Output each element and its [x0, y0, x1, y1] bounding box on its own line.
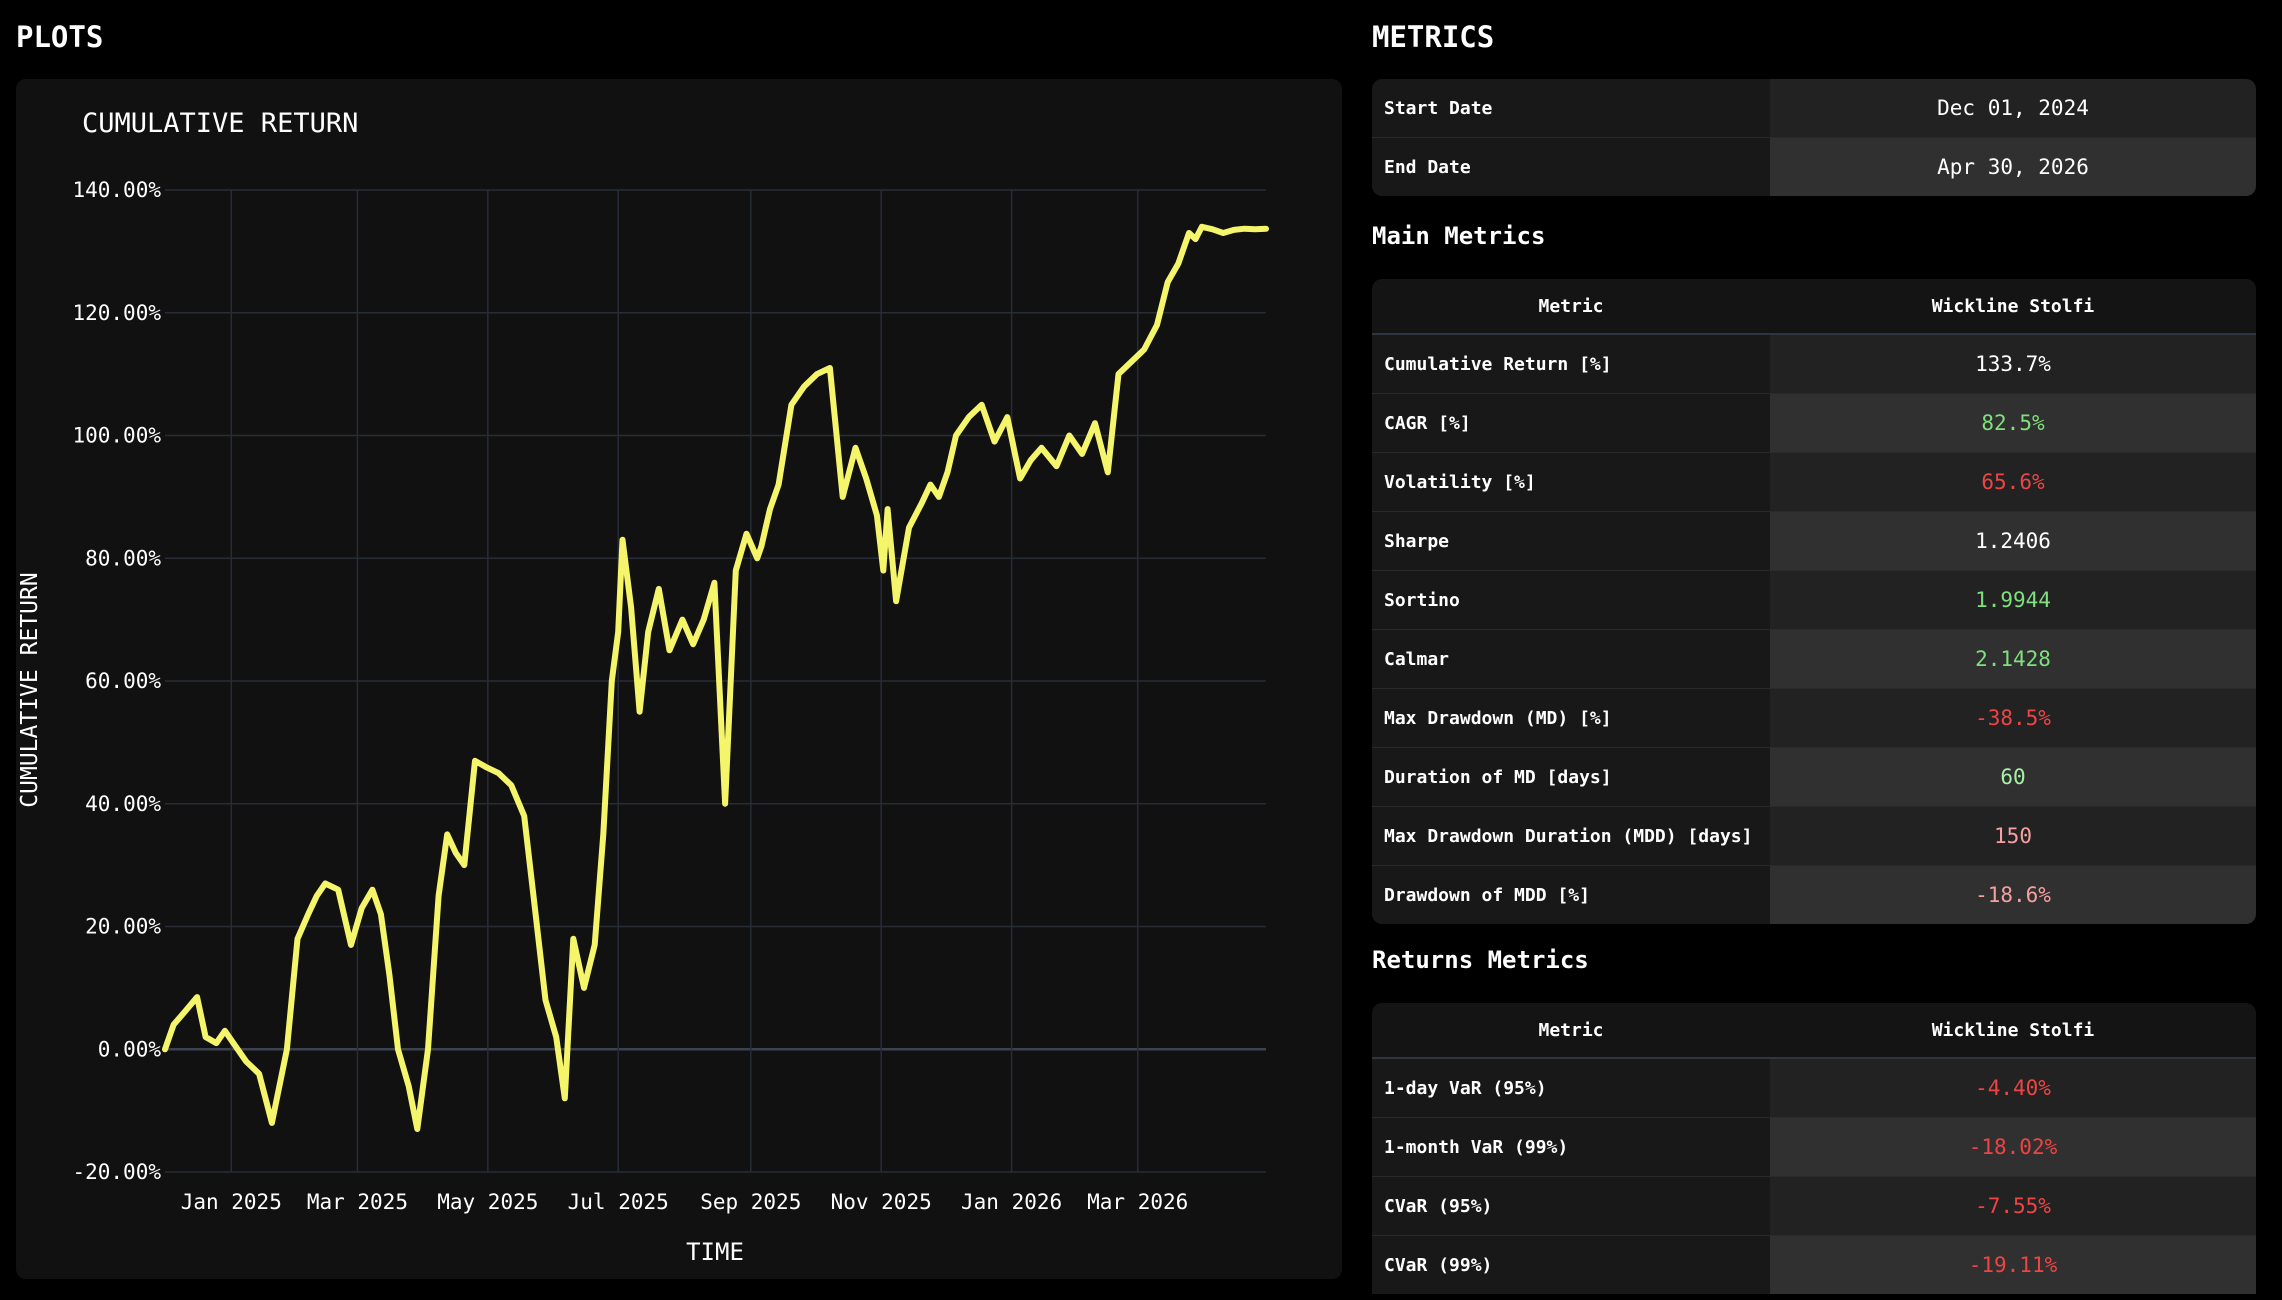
row-label: Max Drawdown Duration (MDD) [days]	[1372, 807, 1770, 865]
table-row: 1-month VaR (99%) -18.02%	[1372, 1117, 2256, 1176]
row-value: 1.2406	[1770, 512, 2256, 570]
row-value: 82.5%	[1770, 394, 2256, 452]
row-label: 1-day VaR (95%)	[1372, 1059, 1770, 1117]
header-strategy: Wickline Stolfi	[1931, 1019, 2095, 1041]
date-range-card: Start Date Dec 01, 2024 End Date Apr 30,…	[1372, 79, 2256, 196]
x-tick-label: Nov 2025	[831, 1190, 932, 1214]
table-body: Cumulative Return [%] 133.7% CAGR [%] 82.5%…	[1372, 335, 2256, 924]
date-row-start: Start Date Dec 01, 2024	[1372, 79, 2256, 137]
returns-metrics-title: Returns Metrics	[1372, 946, 1589, 974]
row-label: CVaR (95%)	[1372, 1177, 1770, 1235]
row-value: -7.55%	[1770, 1177, 2256, 1235]
grid	[165, 189, 1266, 1173]
y-tick-label: 120.00%	[72, 301, 161, 325]
x-tick-label: Jan 2025	[181, 1190, 282, 1214]
row-label: End Date	[1372, 138, 1770, 196]
row-value: 2.1428	[1770, 630, 2256, 688]
row-value: Apr 30, 2026	[1770, 138, 2256, 196]
row-label: Max Drawdown (MD) [%]	[1372, 689, 1770, 747]
x-tick-label: Sep 2025	[700, 1190, 801, 1214]
row-label: Volatility [%]	[1372, 453, 1770, 511]
main-metrics-title: Main Metrics	[1372, 222, 1546, 250]
y-tick-label: -20.00%	[72, 1160, 161, 1184]
row-value: -18.02%	[1770, 1118, 2256, 1176]
table-row: Cumulative Return [%] 133.7%	[1372, 335, 2256, 393]
header-metric: Metric	[1538, 295, 1604, 317]
x-tick-label: May 2025	[437, 1190, 538, 1214]
table-body: 1-day VaR (95%) -4.40% 1-month VaR (99%) -1…	[1372, 1059, 2256, 1294]
y-tick-label: 140.00%	[72, 178, 161, 202]
y-tick-label: 20.00%	[85, 915, 161, 939]
date-row-end: End Date Apr 30, 2026	[1372, 137, 2256, 196]
x-tick-label: Mar 2026	[1087, 1190, 1188, 1214]
x-tick-label: Mar 2025	[307, 1190, 408, 1214]
table-row: CVaR (95%) -7.55%	[1372, 1176, 2256, 1235]
table-row: Volatility [%] 65.6%	[1372, 452, 2256, 511]
returns-metrics-table: Metric Wickline Stolfi 1-day VaR (95%) -4…	[1372, 1003, 2256, 1294]
table-row: 1-day VaR (95%) -4.40%	[1372, 1059, 2256, 1117]
table-header: Metric Wickline Stolfi	[1372, 279, 2256, 335]
row-label: 1-month VaR (99%)	[1372, 1118, 1770, 1176]
row-value: Dec 01, 2024	[1770, 79, 2256, 137]
header-metric: Metric	[1538, 1019, 1604, 1041]
table-row: CVaR (99%) -19.11%	[1372, 1235, 2256, 1294]
row-label: Drawdown of MDD [%]	[1372, 866, 1770, 924]
row-value: -18.6%	[1770, 866, 2256, 924]
y-tick-label: 0.00%	[98, 1037, 162, 1061]
row-label: CVaR (99%)	[1372, 1236, 1770, 1294]
row-label: Sortino	[1372, 571, 1770, 629]
table-row: Max Drawdown (MD) [%] -38.5%	[1372, 688, 2256, 747]
row-value: -4.40%	[1770, 1059, 2256, 1117]
row-value: 133.7%	[1770, 335, 2256, 393]
series-line	[162, 223, 1269, 1132]
row-value: -19.11%	[1770, 1236, 2256, 1294]
y-tick-label: 40.00%	[85, 792, 161, 816]
table-row: Duration of MD [days] 60	[1372, 747, 2256, 806]
row-value: 65.6%	[1770, 453, 2256, 511]
cumulative-return-chart: -20.00% 0.00% 20.00% 40.00% 60.00% 80.00% 100.…	[72, 178, 1269, 1214]
row-value: 60	[1770, 748, 2256, 806]
row-label: Start Date	[1372, 79, 1770, 137]
table-row: Drawdown of MDD [%] -18.6%	[1372, 865, 2256, 924]
y-tick-label: 100.00%	[72, 424, 161, 448]
row-label: Sharpe	[1372, 512, 1770, 570]
table-row: Sharpe 1.2406	[1372, 511, 2256, 570]
x-tick-label: Jul 2025	[568, 1190, 669, 1214]
row-label: Calmar	[1372, 630, 1770, 688]
row-value: 150	[1770, 807, 2256, 865]
table-row: Calmar 2.1428	[1372, 629, 2256, 688]
ticks: -20.00% 0.00% 20.00% 40.00% 60.00% 80.00% 100.…	[72, 178, 1188, 1214]
row-label: CAGR [%]	[1372, 394, 1770, 452]
table-row: CAGR [%] 82.5%	[1372, 393, 2256, 452]
table-row: Sortino 1.9944	[1372, 570, 2256, 629]
row-label: Cumulative Return [%]	[1372, 335, 1770, 393]
x-tick-label: Jan 2026	[961, 1190, 1062, 1214]
metrics-heading: METRICS	[1372, 20, 1495, 54]
row-label: Duration of MD [days]	[1372, 748, 1770, 806]
row-value: 1.9944	[1770, 571, 2256, 629]
table-header: Metric Wickline Stolfi	[1372, 1003, 2256, 1059]
main-metrics-table: Metric Wickline Stolfi Cumulative Return…	[1372, 279, 2256, 924]
header-strategy: Wickline Stolfi	[1931, 295, 2095, 317]
y-tick-label: 60.00%	[85, 669, 161, 693]
row-value: -38.5%	[1770, 689, 2256, 747]
y-tick-label: 80.00%	[85, 546, 161, 570]
table-row: Max Drawdown Duration (MDD) [days] 150	[1372, 806, 2256, 865]
